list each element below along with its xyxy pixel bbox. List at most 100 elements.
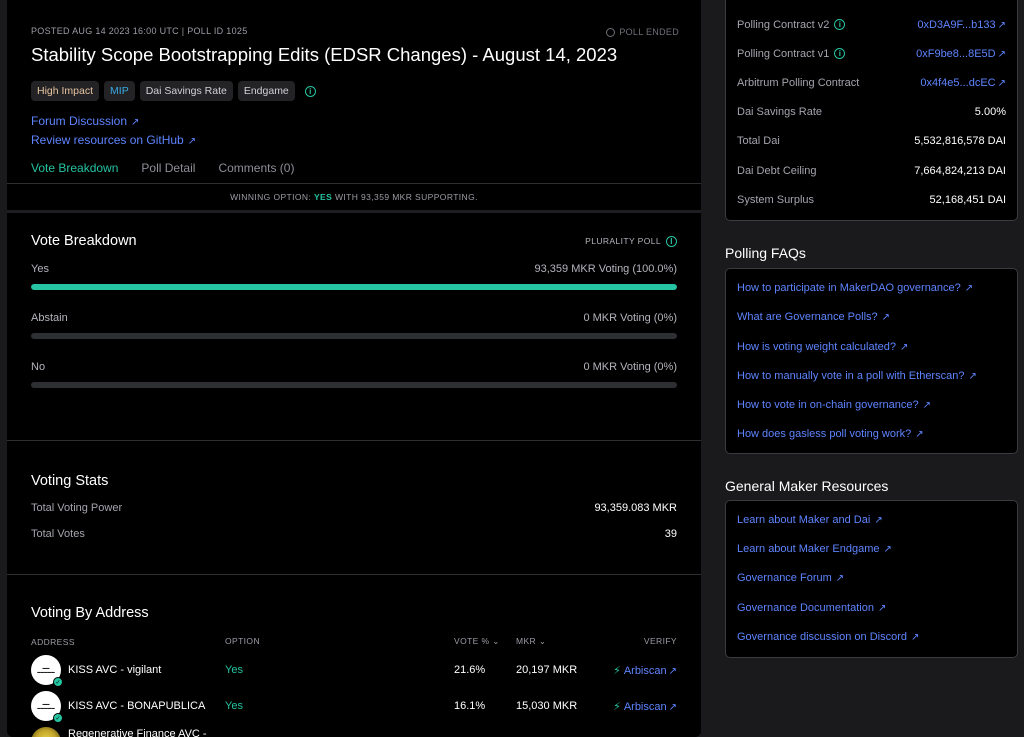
winning-option-banner: WINNING OPTION: YES WITH 93,359 MKR SUPP… [7, 184, 701, 210]
table-row: ▬▬ ▬▬▬▬▬ ✓ KISS AVC - vigilant Yes 21.6% 20,19… [31, 655, 677, 687]
github-resources-label: Review resources on GitHub [31, 133, 184, 147]
tag-mip[interactable]: MIP [104, 81, 135, 101]
external-link-icon: ↗ [968, 370, 977, 382]
faq-card: How to participate in MakerDAO governanc… [725, 268, 1018, 454]
arbiscan-link[interactable]: ⚡Arbiscan↗ [611, 700, 677, 713]
forum-discussion-link[interactable]: Forum Discussion ↗ [31, 114, 677, 128]
col-vote-sort[interactable]: VOTE % ⌄ [454, 636, 516, 647]
contract-label-text: Polling Contract v2 [737, 18, 830, 31]
stat-value: 39 [664, 528, 677, 540]
info-icon[interactable]: i [666, 235, 677, 247]
vote-progress-bar [31, 382, 677, 388]
vote-option: Yes [225, 664, 243, 676]
avatar: ▬▬ ▬▬▬▬▬ ✓ [31, 691, 63, 723]
contract-value-text: 5.00% [974, 106, 1006, 119]
contract-list: Polling Contract v2 i 0xD3A9F...b133 ↗ Polli… [726, 10, 1017, 214]
vote-option-value: 0 MKR Voting (0%) [583, 312, 677, 324]
faq-link-label: How to manually vote in a poll with Ethe… [737, 369, 965, 382]
faq-link-label: What are Governance Polls? [737, 311, 878, 324]
contract-address-link[interactable]: 0xF9be8...8E5D ↗ [916, 48, 1006, 60]
contract-row: Total Dai 5,532,816,578 DAI [726, 127, 1017, 156]
contract-row: Polling Contract v1 i 0xF9be8...8E5D ↗ [726, 39, 1017, 68]
contract-label: Dai Savings Rate [737, 106, 822, 118]
verified-check-icon: ✓ [53, 713, 63, 723]
poll-status-label: POLL ENDED [619, 27, 679, 37]
faq-link-label: How to participate in MakerDAO governanc… [737, 282, 961, 294]
address-cell[interactable]: ✓ Regenerative Finance AVC - TRUE NAME [31, 727, 225, 737]
contract-value-text: 0xD3A9F...b133 [917, 18, 996, 31]
contract-value: 5.00% [975, 106, 1006, 118]
contract-value: 5,532,816,578 DAI [914, 135, 1006, 147]
resource-link[interactable]: Learn about Maker Endgame ↗ [726, 535, 1017, 564]
vote-option-no: No 0 MKR Voting (0%) [31, 361, 677, 388]
tag-endgame[interactable]: Endgame [237, 81, 295, 101]
info-icon[interactable]: i [834, 19, 846, 31]
external-link-icon: ↗ [915, 429, 924, 441]
contract-label: System Surplus [737, 194, 814, 206]
faq-link[interactable]: How is voting weight calculated? ↗ [726, 333, 1017, 362]
external-link-icon: ↗ [997, 77, 1006, 89]
delegate-name[interactable]: KISS AVC - BONAPUBLICA [68, 699, 205, 714]
faq-link[interactable]: How to manually vote in a poll with Ethe… [726, 362, 1017, 391]
delegate-name[interactable]: KISS AVC - vigilant [68, 663, 161, 678]
resource-link[interactable]: Learn about Maker and Dai ↗ [726, 506, 1017, 535]
tag-dai-savings-rate[interactable]: Dai Savings Rate [139, 81, 233, 101]
contract-label-text: Total Dai [737, 135, 780, 148]
contract-label-text: System Surplus [737, 193, 815, 206]
tab-poll-detail[interactable]: Poll Detail [141, 161, 195, 175]
lightning-bolt-icon: ⚡ [613, 664, 621, 677]
contract-value-text: 5,532,816,578 DAI [914, 135, 1006, 148]
info-icon[interactable]: i [304, 85, 316, 97]
vote-option-label: Abstain [31, 312, 68, 324]
page-title: Stability Scope Bootstrapping Edits (EDS… [31, 44, 618, 65]
tag-high-impact[interactable]: High Impact [31, 81, 100, 101]
contract-address-link[interactable]: 0xD3A9F...b133 ↗ [917, 19, 1006, 31]
contract-value: 7,664,824,213 DAI [914, 165, 1006, 177]
github-resources-link[interactable]: Review resources on GitHub ↗ [31, 133, 677, 147]
faq-title: Polling FAQs [725, 245, 806, 261]
col-mkr-sort[interactable]: MKR ⌄ [516, 636, 611, 647]
resource-link-label: Governance Forum [737, 572, 832, 585]
faq-link[interactable]: What are Governance Polls? ↗ [726, 303, 1017, 332]
contracts-card: Polling Contract v2 i 0xD3A9F...b133 ↗ Polli… [725, 0, 1018, 221]
arbiscan-label: Arbiscan [623, 700, 667, 713]
vote-option-value: 0 MKR Voting (0%) [583, 361, 677, 373]
resource-link[interactable]: Governance Forum ↗ [726, 564, 1017, 593]
tab-comments[interactable]: Comments (0) [218, 161, 294, 175]
tab-vote-breakdown[interactable]: Vote Breakdown [31, 161, 118, 175]
faq-link-label: How is voting weight calculated? [737, 340, 896, 353]
contract-address-link[interactable]: 0x4f4e5...dcEC ↗ [920, 77, 1006, 89]
external-link-icon: ↗ [997, 48, 1006, 60]
contract-value-text: 0xF9be8...8E5D [916, 47, 996, 60]
external-link-icon: ↗ [964, 283, 974, 294]
faq-link[interactable]: How does gasless poll voting work? ↗ [726, 420, 1017, 449]
vote-option-value: 93,359 MKR Voting (100.0%) [534, 263, 677, 275]
vote-option-yes: Yes 93,359 MKR Voting (100.0%) [31, 263, 677, 290]
forum-discussion-label: Forum Discussion [31, 114, 128, 128]
contract-label: Dai Debt Ceiling [737, 165, 816, 177]
faq-link[interactable]: How to vote in on-chain governance? ↗ [726, 391, 1017, 420]
external-link-icon: ↗ [131, 117, 140, 128]
address-cell[interactable]: ▬▬ ▬▬▬▬▬ ✓ KISS AVC - vigilant [31, 655, 225, 687]
contract-label: Arbitrum Polling Contract [737, 77, 859, 89]
resource-link[interactable]: Governance Documentation ↗ [726, 594, 1017, 623]
contract-row: Arbitrum Polling Contract 0x4f4e5...dcEC ↗ [726, 68, 1017, 97]
vote-percent: 21.6% [454, 664, 486, 676]
stat-total-votes: Total Votes 39 [31, 528, 677, 540]
resource-link[interactable]: Governance discussion on Discord ↗ [726, 623, 1017, 652]
contract-label-text: Arbitrum Polling Contract [737, 76, 860, 89]
contract-value-text: 7,664,824,213 DAI [914, 164, 1006, 177]
vote-breakdown-title: Vote Breakdown [31, 233, 137, 249]
info-icon[interactable]: i [834, 48, 846, 60]
delegate-name[interactable]: Regenerative Finance AVC - TRUE NAME [68, 727, 218, 737]
stat-label: Total Votes [31, 528, 85, 540]
external-link-icon: ↗ [877, 602, 887, 614]
external-link-icon: ↗ [881, 312, 891, 324]
chevron-down-icon: ⌄ [538, 636, 547, 646]
address-cell[interactable]: ▬▬ ▬▬▬▬▬ ✓ KISS AVC - BONAPUBLICA [31, 691, 225, 723]
contract-row: Dai Debt Ceiling 7,664,824,213 DAI [726, 156, 1017, 185]
vote-mkr: 15,030 MKR [516, 700, 578, 712]
arbiscan-link[interactable]: ⚡Arbiscan↗ [611, 664, 677, 677]
poll-type-label: PLURALITY POLL [585, 236, 661, 246]
faq-link[interactable]: How to participate in MakerDAO governanc… [726, 274, 1017, 303]
